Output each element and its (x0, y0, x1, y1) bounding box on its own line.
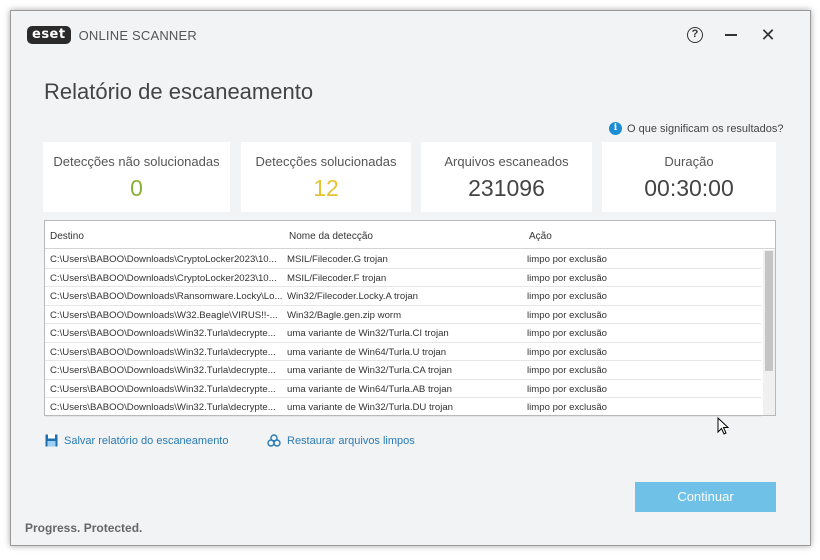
stat-value: 00:30:00 (644, 175, 734, 201)
cell-detection: uma variante de Win32/Turla.CI trojan (287, 328, 449, 339)
detections-table: Destino Nome da detecção Ação C:\Users\B… (44, 220, 776, 417)
continue-button[interactable]: Continuar (635, 482, 776, 512)
biohazard-icon (267, 434, 281, 447)
table-scrollbar[interactable] (763, 250, 775, 415)
stat-unresolved: Detecções não solucionadas 0 (43, 142, 230, 212)
scrollbar-thumb[interactable] (765, 251, 773, 371)
title-bar: eset ONLINE SCANNER ? ✕ (11, 11, 810, 57)
column-header-destination[interactable]: Destino (50, 231, 84, 242)
cell-detection: Win32/Bagle.gen.zip worm (287, 309, 402, 321)
results-help-label: O que significam os resultados? (627, 122, 784, 135)
save-icon (45, 434, 58, 447)
cell-action: limpo por exclusão (527, 346, 607, 358)
restore-files-link[interactable]: Restaurar arquivos limpos (267, 434, 415, 448)
info-icon: i (609, 122, 622, 135)
save-report-link[interactable]: Salvar relatório do escaneamento (45, 434, 228, 447)
cell-destination: C:\Users\BABOO\Downloads\CryptoLocker202… (50, 254, 277, 265)
logo-badge: eset (27, 26, 71, 44)
cell-destination: C:\Users\BABOO\Downloads\Win32.Turla\dec… (50, 383, 276, 395)
table-row[interactable]: C:\Users\BABOO\Downloads\Win32.Turla\dec… (45, 361, 761, 380)
minimize-button[interactable] (719, 23, 743, 47)
column-header-action[interactable]: Ação (529, 231, 552, 242)
cell-action: limpo por exclusão (527, 365, 607, 376)
cell-action: limpo por exclusão (527, 328, 607, 339)
stat-duration: Duração 00:30:00 (602, 142, 776, 212)
cell-action: limpo por exclusão (527, 291, 607, 302)
table-row[interactable]: C:\Users\BABOO\Downloads\CryptoLocker202… (45, 250, 761, 269)
cell-detection: Win32/Filecoder.Locky.A trojan (287, 291, 418, 302)
cell-detection: uma variante de Win64/Turla.AB trojan (287, 383, 452, 395)
eset-logo: eset ONLINE SCANNER (27, 26, 197, 44)
column-header-detection-name[interactable]: Nome da detecção (289, 231, 373, 242)
cell-destination: C:\Users\BABOO\Downloads\W32.Beagle\VIRU… (50, 309, 278, 321)
stat-value: 12 (313, 175, 339, 201)
cell-action: limpo por exclusão (527, 309, 607, 321)
cell-destination: C:\Users\BABOO\Downloads\Win32.Turla\dec… (50, 346, 276, 358)
table-body: C:\Users\BABOO\Downloads\CryptoLocker202… (45, 250, 761, 417)
stat-value: 0 (130, 175, 143, 201)
mouse-cursor-icon (717, 417, 729, 435)
restore-files-label: Restaurar arquivos limpos (287, 435, 415, 447)
stat-label: Detecções solucionadas (255, 154, 397, 169)
logo-text: ONLINE SCANNER (78, 27, 197, 43)
close-icon: ✕ (760, 24, 776, 45)
stat-label: Detecções não solucionadas (53, 154, 220, 169)
stat-label: Arquivos escaneados (444, 154, 569, 169)
cell-detection: uma variante de Win32/Turla.DU trojan (287, 402, 454, 413)
help-icon: ? (687, 27, 703, 43)
cell-detection: uma variante de Win64/Turla.U trojan (287, 346, 447, 358)
stat-value: 231096 (468, 175, 545, 201)
footer-tagline: Progress. Protected. (25, 521, 143, 535)
table-row[interactable]: C:\Users\BABOO\Downloads\Win32.Turla\dec… (45, 398, 761, 417)
cell-detection: MSIL/Filecoder.F trojan (287, 272, 387, 284)
cell-detection: MSIL/Filecoder.G trojan (287, 254, 388, 265)
table-row[interactable]: C:\Users\BABOO\Downloads\Win32.Turla\dec… (45, 380, 761, 398)
cell-destination: C:\Users\BABOO\Downloads\Win32.Turla\dec… (50, 365, 276, 376)
table-row[interactable]: C:\Users\BABOO\Downloads\CryptoLocker202… (45, 269, 761, 287)
cell-destination: C:\Users\BABOO\Downloads\CryptoLocker202… (50, 272, 277, 284)
table-header: Destino Nome da detecção Ação (45, 221, 775, 249)
stat-label: Duração (664, 154, 714, 169)
results-help-link[interactable]: i O que significam os resultados? (609, 122, 784, 135)
cell-action: limpo por exclusão (527, 272, 607, 284)
scanner-window: eset ONLINE SCANNER ? ✕ Relatório de esc… (10, 10, 811, 546)
stat-files-scanned: Arquivos escaneados 231096 (421, 142, 592, 212)
cell-detection: uma variante de Win32/Turla.CA trojan (287, 365, 452, 376)
cell-action: limpo por exclusão (527, 402, 607, 413)
cell-destination: C:\Users\BABOO\Downloads\Win32.Turla\dec… (50, 402, 276, 413)
save-report-label: Salvar relatório do escaneamento (64, 434, 229, 447)
minimize-icon (725, 34, 737, 36)
table-row[interactable]: C:\Users\BABOO\Downloads\W32.Beagle\VIRU… (45, 306, 761, 324)
page-title: Relatório de escaneamento (44, 79, 314, 104)
cell-action: limpo por exclusão (527, 383, 607, 395)
stat-resolved: Detecções solucionadas 12 (241, 142, 411, 212)
cell-destination: C:\Users\BABOO\Downloads\Win32.Turla\dec… (50, 328, 276, 339)
close-button[interactable]: ✕ (756, 23, 780, 47)
cell-action: limpo por exclusão (527, 254, 607, 265)
help-button[interactable]: ? (683, 23, 707, 47)
cell-destination: C:\Users\BABOO\Downloads\Ransomware.Lock… (50, 291, 282, 302)
table-row[interactable]: C:\Users\BABOO\Downloads\Win32.Turla\dec… (45, 343, 761, 361)
table-row[interactable]: C:\Users\BABOO\Downloads\Ransomware.Lock… (45, 287, 761, 306)
table-row[interactable]: C:\Users\BABOO\Downloads\Win32.Turla\dec… (45, 324, 761, 343)
